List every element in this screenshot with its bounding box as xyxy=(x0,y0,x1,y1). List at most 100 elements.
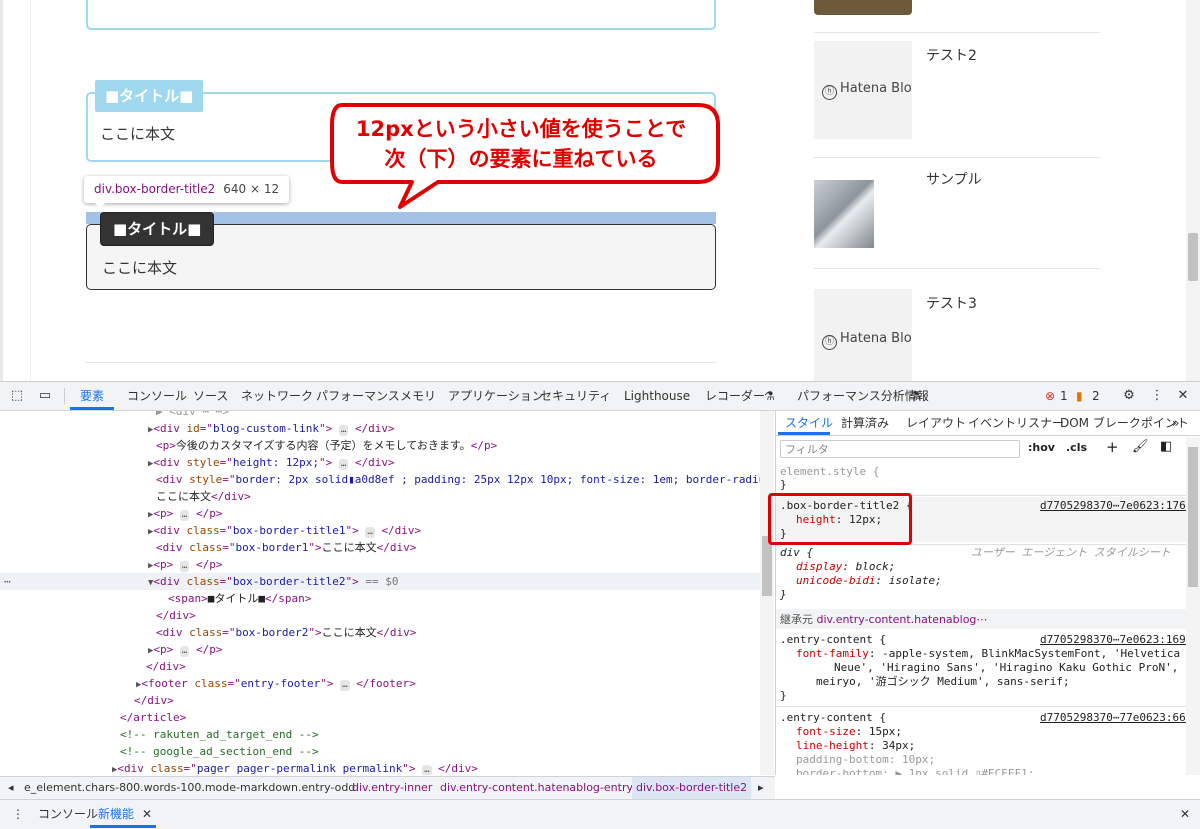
rule-declaration-overridden[interactable]: padding-bottom: 10px; xyxy=(796,753,935,767)
elements-tree[interactable]: ▶ <div ⋯ ⋯> ▶<div id="blog-custom-link">… xyxy=(0,411,760,775)
post-thumbnail[interactable]: ⓗ Hatena Blog xyxy=(814,289,912,381)
add-rule-icon[interactable]: + xyxy=(1106,438,1119,456)
styles-scrollbar[interactable] xyxy=(1186,437,1200,775)
breadcrumb-item-current[interactable]: div.box-border-title2 xyxy=(632,777,752,799)
dom-node-line[interactable]: ▶<p> … </p> xyxy=(148,641,222,658)
device-toolbar-icon[interactable]: ▭ xyxy=(36,387,54,405)
styles-filter-input[interactable]: フィルタ xyxy=(780,440,1020,458)
drawer-tab-console[interactable]: コンソール xyxy=(38,800,98,828)
tab-network[interactable]: ネットワーク xyxy=(241,382,313,410)
close-whats-new-icon[interactable]: ✕ xyxy=(142,800,152,828)
dom-node-line[interactable]: ▶<p> … </p> xyxy=(148,556,222,573)
breadcrumb-item[interactable]: e_element.chars-800.words-100.mode-markd… xyxy=(24,777,355,799)
dom-node-line[interactable]: <div class="box-border2">ここに本文</div> xyxy=(156,624,416,641)
rule-declaration[interactable]: line-height: 34px; xyxy=(796,739,915,753)
brace: } xyxy=(780,588,787,601)
dom-node-line[interactable]: <div style="border: 2px solid▮a0d8ef ; p… xyxy=(156,471,760,488)
page-scrollbar-thumb[interactable] xyxy=(1188,233,1198,281)
drawer-menu-icon[interactable]: ⋮ xyxy=(12,800,24,828)
dom-node-selected[interactable]: ▼<div class="box-border-title2"> == $0 xyxy=(0,573,760,590)
dom-node-line[interactable]: </div> xyxy=(146,658,186,675)
dom-node-line[interactable]: <p>今後のカスタマイズする内容（予定）をメモしておきます。</p> xyxy=(156,437,497,454)
more-tabs-chevron-icon[interactable]: » xyxy=(1172,411,1179,435)
sidebar-toggle-icon[interactable]: ◧ xyxy=(1160,439,1172,454)
rule-source-link[interactable]: d7705298370⋯7e0623:1697 xyxy=(1040,633,1192,647)
rule-declaration-overridden[interactable]: border-bottom: ▶ 1px solid ▯#ECEEF1; xyxy=(796,767,1034,775)
rule-declaration-cont: meiryo, '游ゴシック Medium', sans-serif; xyxy=(816,675,1070,688)
tab-performance-insights[interactable]: パフォーマンス分析情報 xyxy=(797,382,929,410)
warning-icon[interactable]: ▮ xyxy=(1076,382,1083,410)
tab-elements[interactable]: 要素 xyxy=(80,382,104,410)
subtab-layout[interactable]: レイアウト xyxy=(906,411,966,435)
drawer-tab-whats-new[interactable]: 新機能 xyxy=(98,800,134,828)
tab-memory[interactable]: メモリ xyxy=(400,382,436,410)
sidebar-divider xyxy=(814,268,1100,269)
rule-declaration[interactable]: font-family: -apple-system, BlinkMacSyst… xyxy=(796,647,1180,661)
tab-lighthouse[interactable]: Lighthouse xyxy=(624,382,690,410)
rule-declaration-cont: Neue', 'Hiragino Sans', 'Hiragino Kaku G… xyxy=(834,661,1179,674)
tab-console[interactable]: コンソール xyxy=(127,382,187,410)
inherited-from-label: 継承元 div.entry-content.hatenablog⋯ xyxy=(780,613,988,626)
tooltip-class: div.box-border-title2 xyxy=(94,182,216,196)
error-count[interactable]: 1 xyxy=(1060,382,1068,410)
breadcrumb-scroll-right-icon[interactable]: ▸ xyxy=(758,777,764,799)
error-icon[interactable]: ⊗ xyxy=(1045,382,1055,410)
more-options-icon[interactable]: ⋮ xyxy=(1148,387,1166,405)
dom-node-line[interactable]: <!-- rakuten_ad_target_end --> xyxy=(120,726,319,743)
dom-node-line[interactable]: </div> xyxy=(134,692,174,709)
node-actions-icon[interactable]: ⋯ xyxy=(4,573,11,590)
dom-node-line[interactable]: ▶<div style="height: 12px;"> … </div> xyxy=(148,454,395,471)
hov-button[interactable]: :hov xyxy=(1028,441,1055,454)
sidebar-post-title[interactable]: サンプル xyxy=(926,169,982,189)
rule-selector[interactable]: .entry-content { xyxy=(780,633,886,647)
dom-node-line[interactable]: <div class="box-border1">ここに本文</div> xyxy=(156,539,416,556)
tab-recorder[interactable]: レコーダー xyxy=(705,382,765,410)
dom-node-line[interactable]: <span>■タイトル■</span> xyxy=(168,590,311,607)
tab-application[interactable]: アプリケーション xyxy=(448,382,544,410)
close-devtools-icon[interactable]: ✕ xyxy=(1174,387,1192,405)
breadcrumb-item[interactable]: div.entry-inner xyxy=(352,777,432,799)
dom-node-line[interactable]: ▶<div class="pager pager-permalink perma… xyxy=(112,760,478,775)
styles-scrollbar-thumb[interactable] xyxy=(1188,447,1198,587)
rule-declaration[interactable]: font-size: 15px; xyxy=(796,725,902,739)
paint-icon[interactable]: 🖌 xyxy=(1132,439,1149,454)
tab-performance[interactable]: パフォーマンス xyxy=(316,382,400,410)
post-thumbnail[interactable]: ⓗ Hatena Blog xyxy=(814,41,912,139)
post-thumbnail-laptop[interactable] xyxy=(814,180,874,248)
subtab-dom-breakpoints[interactable]: DOM ブレークポイント xyxy=(1060,411,1189,435)
post-thumbnail-photo[interactable] xyxy=(814,0,912,15)
devtools-panel: ⬚ ▭ 要素 コンソール ソース ネットワーク パフォーマンス メモリ アプリケ… xyxy=(0,381,1200,829)
elements-scrollbar-thumb[interactable] xyxy=(762,536,772,596)
sidebar-post-title[interactable]: テスト3 xyxy=(926,293,977,313)
dom-node-line[interactable]: </div> xyxy=(156,607,196,624)
cls-button[interactable]: .cls xyxy=(1066,441,1087,454)
tab-security[interactable]: セキュリティ xyxy=(540,382,611,410)
subtab-event-listeners[interactable]: イベントリスナー xyxy=(968,411,1064,435)
rule-source-link[interactable]: d7705298370⋯7e0623:1768 xyxy=(1040,499,1192,513)
sidebar-post-title[interactable]: テスト2 xyxy=(926,45,977,65)
dom-node-line[interactable]: ▶<div id="blog-custom-link"> … </div> xyxy=(148,420,395,437)
toolbar-separator xyxy=(64,388,65,404)
page-scrollbar[interactable] xyxy=(1186,0,1200,381)
inspect-element-icon[interactable]: ⬚ xyxy=(8,387,26,405)
rule-source-link[interactable]: d7705298370⋯77e0623:665 xyxy=(1040,711,1192,725)
elements-scrollbar[interactable] xyxy=(760,411,774,775)
dom-node-line[interactable]: ▶<p> … </p> xyxy=(148,505,222,522)
dom-node-line[interactable]: ▶<footer class="entry-footer"> … </foote… xyxy=(136,675,416,692)
callout-text: 12pxという小さい値を使うことで 次（下）の要素に重ねている xyxy=(336,114,706,174)
settings-gear-icon[interactable]: ⚙ xyxy=(1120,387,1138,405)
tab-sources[interactable]: ソース xyxy=(193,382,228,410)
dom-node-line[interactable]: </article> xyxy=(120,709,186,726)
close-drawer-icon[interactable]: ✕ xyxy=(1180,800,1190,828)
dom-node-line[interactable]: <!-- google_ad_section_end --> xyxy=(120,743,319,760)
dom-node-line[interactable]: ここに本文</div> xyxy=(156,488,251,505)
tooltip-arrow xyxy=(94,202,106,208)
ua-declaration: display: block; xyxy=(796,560,896,573)
warning-count[interactable]: 2 xyxy=(1092,382,1100,410)
subtab-computed[interactable]: 計算済み xyxy=(841,411,889,435)
dom-node-line[interactable]: ▶<div class="box-border-title1"> … </div… xyxy=(148,522,421,539)
element-style-selector[interactable]: element.style { xyxy=(780,465,879,479)
breadcrumb-scroll-left-icon[interactable]: ◂ xyxy=(8,777,14,799)
rule-selector[interactable]: .entry-content { xyxy=(780,711,886,725)
breadcrumb-item[interactable]: div.entry-content.hatenablog-entry xyxy=(440,777,633,799)
